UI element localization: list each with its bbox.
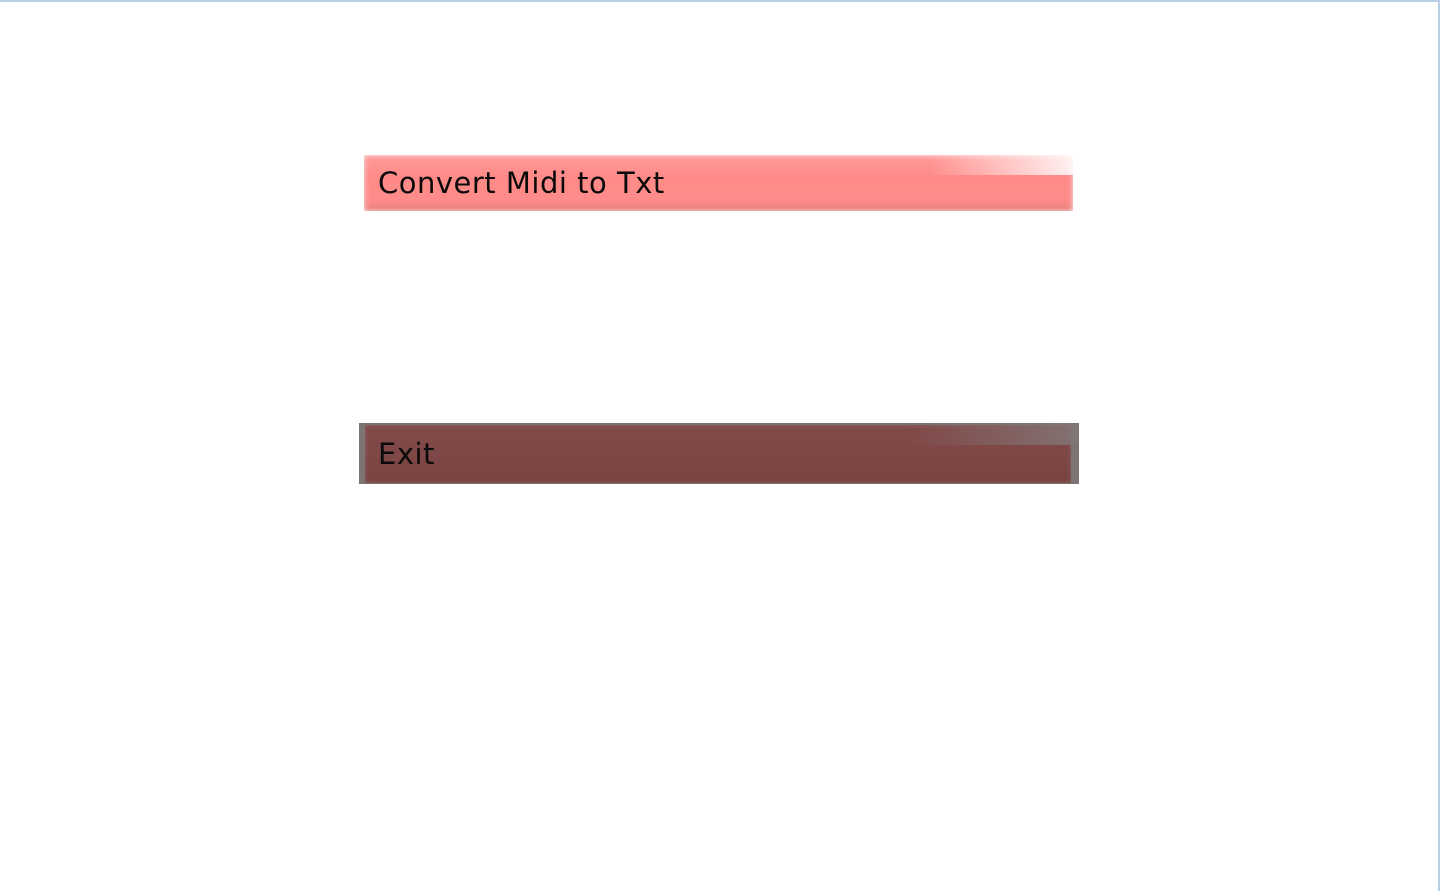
exit-button[interactable]: Exit (359, 423, 1079, 484)
convert-button-label: Convert Midi to Txt (378, 166, 665, 200)
exit-button-label: Exit (378, 436, 435, 471)
app-window: Convert Midi to Txt Exit (0, 0, 1440, 891)
convert-midi-to-txt-button[interactable]: Convert Midi to Txt (359, 153, 1079, 213)
